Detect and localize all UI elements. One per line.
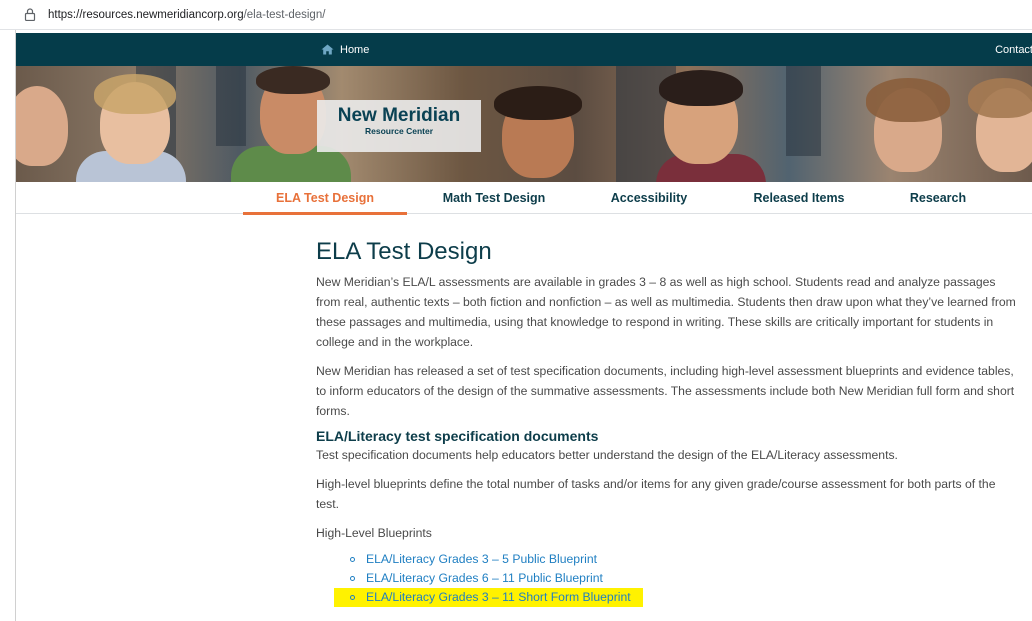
blueprint-list: ELA/Literacy Grades 3 – 5 Public Bluepri…	[334, 550, 1021, 607]
student-photo	[94, 74, 176, 114]
blueprint-link-6-11[interactable]: ELA/Literacy Grades 6 – 11 Public Bluepr…	[366, 571, 603, 585]
logo-title: New Meridian	[337, 105, 461, 126]
tab-ela-test-design[interactable]: ELA Test Design	[243, 182, 407, 215]
logo-subtitle: Resource Center	[364, 126, 434, 136]
list-item[interactable]: ELA/Literacy Grades 3 – 11 Short Form Bl…	[334, 588, 643, 607]
url-text[interactable]: https://resources.newmeridiancorp.org/el…	[48, 9, 325, 21]
home-label: Home	[340, 43, 370, 56]
student-photo	[968, 78, 1032, 118]
bullet-icon	[350, 557, 355, 562]
browser-window: https://resources.newmeridiancorp.org/el…	[0, 0, 1032, 621]
blueprint-link-short-form[interactable]: ELA/Literacy Grades 3 – 11 Short Form Bl…	[366, 590, 631, 604]
section-tabs: ELA Test Design Math Test Design Accessi…	[16, 182, 1032, 215]
window-decoration	[786, 66, 821, 156]
bullet-icon	[350, 576, 355, 581]
lock-icon	[22, 7, 38, 23]
student-photo	[866, 78, 950, 122]
spec-paragraph: Test specification documents help educat…	[316, 448, 898, 462]
site-logo[interactable]: New Meridian Resource Center	[317, 100, 481, 152]
top-navigation: Home Contact	[16, 33, 1032, 66]
tab-accessibility[interactable]: Accessibility	[592, 182, 706, 214]
hero-banner: New Meridian Resource Center	[16, 66, 1032, 182]
page-title: ELA Test Design	[316, 238, 492, 265]
release-paragraph: New Meridian has released a set of test …	[316, 364, 1015, 418]
student-photo	[659, 70, 743, 106]
home-link[interactable]: Home	[321, 33, 369, 66]
web-page: Home Contact New Meridian Resource Cente…	[15, 30, 1032, 621]
address-bar[interactable]: https://resources.newmeridiancorp.org/el…	[0, 0, 1032, 30]
blueprint-link-3-5[interactable]: ELA/Literacy Grades 3 – 5 Public Bluepri…	[366, 552, 597, 566]
home-icon	[321, 44, 334, 55]
window-decoration	[216, 66, 246, 146]
tab-math-test-design[interactable]: Math Test Design	[424, 182, 564, 214]
intro-paragraph: New Meridian’s ELA/L assessments are ava…	[316, 275, 1016, 349]
list-item[interactable]: ELA/Literacy Grades 6 – 11 Public Bluepr…	[350, 569, 1021, 588]
url-host: https://resources.newmeridiancorp.org	[48, 8, 244, 21]
student-photo	[256, 66, 330, 94]
blueprints-label: High-Level Blueprints	[316, 526, 432, 540]
blueprint-paragraph: High-level blueprints define the total n…	[316, 477, 996, 511]
student-photo	[16, 86, 68, 166]
bullet-icon	[350, 595, 355, 600]
list-item[interactable]: ELA/Literacy Grades 3 – 5 Public Bluepri…	[350, 550, 1021, 569]
url-path: /ela-test-design/	[243, 8, 326, 21]
contact-link[interactable]: Contact	[995, 33, 1032, 66]
tab-research[interactable]: Research	[888, 182, 988, 214]
student-photo	[494, 86, 582, 120]
main-content: ELA Test Design New Meridian’s ELA/L ass…	[316, 238, 1021, 607]
section-heading: ELA/Literacy test specification document…	[316, 428, 599, 444]
tab-released-items[interactable]: Released Items	[736, 182, 862, 214]
